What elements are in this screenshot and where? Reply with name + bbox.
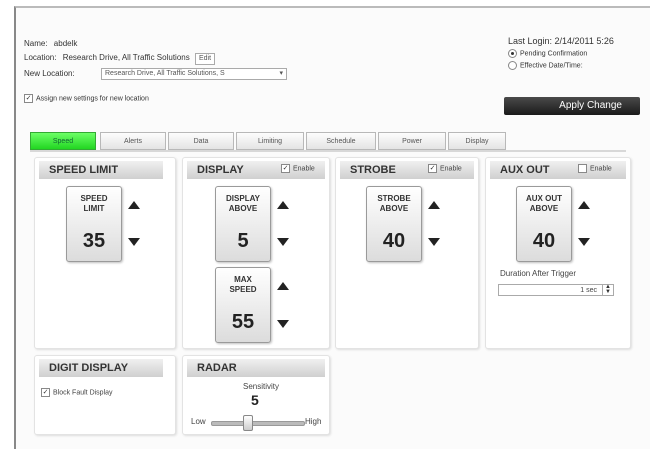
duration-label: Duration After Trigger <box>500 269 577 278</box>
aux-out-enable-checkbox[interactable] <box>578 164 587 173</box>
keep-settings-row: ✓ Assign new settings for new location <box>24 94 149 103</box>
spinner-arrows-icon[interactable]: ▲ ▼ <box>602 284 613 295</box>
sensitivity-value: 5 <box>251 392 259 408</box>
apply-change-button[interactable]: Apply Change <box>504 97 640 115</box>
digit-display-title: DIGIT DISPLAY <box>39 359 163 377</box>
effective-radio[interactable] <box>508 61 517 70</box>
strobe-enable: ✓ Enable <box>428 164 462 173</box>
aux-out-panel: AUX OUT Enable AUX OUT ABOVE 40 Duration … <box>485 157 631 349</box>
max-speed-box: MAX SPEED 55 <box>215 267 271 343</box>
sensitivity-low-label: Low <box>191 417 206 426</box>
speed-limit-up-arrow-icon[interactable] <box>128 201 140 209</box>
tab-schedule[interactable]: Schedule <box>306 132 376 150</box>
sensitivity-slider-track[interactable] <box>211 421 305 426</box>
duration-value: 1 sec <box>580 287 597 294</box>
duration-spinner[interactable]: 1 sec ▲ ▼ <box>498 284 614 296</box>
display-above-up-arrow-icon[interactable] <box>277 201 289 209</box>
aux-out-above-value: 40 <box>532 230 556 252</box>
strobe-above-box: STROBE ABOVE 40 <box>366 186 422 262</box>
tab-alerts[interactable]: Alerts <box>100 132 166 150</box>
tab-data[interactable]: Data <box>168 132 234 150</box>
max-speed-down-arrow-icon[interactable] <box>277 320 289 328</box>
speed-limit-down-arrow-icon[interactable] <box>128 238 140 246</box>
digit-display-option: ✓ Block Fault Display <box>41 388 113 397</box>
max-speed-value: 55 <box>231 311 255 333</box>
effective-row: Effective Date/Time: <box>508 61 583 70</box>
aux-out-enable-label: Enable <box>590 165 612 173</box>
sensitivity-high-label: High <box>305 417 322 426</box>
strobe-panel: STROBE ✓ Enable STROBE ABOVE 40 <box>335 157 479 349</box>
location-label: Location: <box>24 53 57 62</box>
tab-speed[interactable]: Speed <box>30 132 96 150</box>
sensitivity-label: Sensitivity <box>243 382 280 391</box>
aux-out-above-label: AUX OUT ABOVE <box>526 194 562 213</box>
chevron-down-icon: ▾ <box>279 70 283 77</box>
aux-out-down-arrow-icon[interactable] <box>578 238 590 246</box>
sensitivity-slider-thumb[interactable] <box>243 415 253 431</box>
tab-limiting[interactable]: Limiting <box>236 132 304 150</box>
speed-limit-title: SPEED LIMIT <box>39 161 163 179</box>
display-enable: ✓ Enable <box>281 164 315 173</box>
pending-label: Pending Confirmation <box>520 50 588 58</box>
display-enable-label: Enable <box>293 165 315 173</box>
tab-display[interactable]: Display <box>448 132 506 150</box>
name-row: Name: abdelk <box>24 39 77 48</box>
display-above-value: 5 <box>237 230 249 252</box>
new-location-label: New Location: <box>24 69 75 78</box>
aux-out-enable: Enable <box>578 164 612 173</box>
speed-limit-box-label: SPEED LIMIT <box>80 194 108 213</box>
aux-out-up-arrow-icon[interactable] <box>578 201 590 209</box>
block-fault-label: Block Fault Display <box>53 389 113 397</box>
speed-limit-value: 35 <box>82 230 106 252</box>
strobe-up-arrow-icon[interactable] <box>428 201 440 209</box>
effective-label: Effective Date/Time: <box>520 62 583 70</box>
strobe-above-label: STROBE ABOVE <box>377 194 411 213</box>
strobe-enable-checkbox[interactable]: ✓ <box>428 164 437 173</box>
speed-limit-value-box: SPEED LIMIT 35 <box>66 186 122 262</box>
display-above-box: DISPLAY ABOVE 5 <box>215 186 271 262</box>
keep-settings-label: Assign new settings for new location <box>36 95 149 103</box>
pending-row: Pending Confirmation <box>508 49 587 58</box>
tab-divider <box>30 150 626 152</box>
speed-limit-panel: SPEED LIMIT SPEED LIMIT 35 <box>34 157 176 349</box>
name-value: abdelk <box>53 39 78 48</box>
location-edit-button[interactable]: Edit <box>194 53 216 65</box>
name-label: Name: <box>24 39 48 48</box>
display-enable-checkbox[interactable]: ✓ <box>281 164 290 173</box>
display-panel: DISPLAY ✓ Enable DISPLAY ABOVE 5 MAX SPEED … <box>182 157 330 349</box>
location-row: Location: Research Drive, All Traffic So… <box>24 53 216 65</box>
aux-out-above-box: AUX OUT ABOVE 40 <box>516 186 572 262</box>
last-login-text: Last Login: 2/14/2011 5:26 <box>508 36 614 46</box>
block-fault-checkbox[interactable]: ✓ <box>41 388 50 397</box>
tab-power[interactable]: Power <box>378 132 446 150</box>
new-location-value: Research Drive, All Traffic Solutions, S <box>105 70 225 77</box>
strobe-enable-label: Enable <box>440 165 462 173</box>
location-value: Research Drive, All Traffic Solutions <box>62 53 190 62</box>
strobe-above-value: 40 <box>382 230 406 252</box>
pending-radio[interactable] <box>508 49 517 58</box>
keep-settings-checkbox[interactable]: ✓ <box>24 94 33 103</box>
digit-display-panel: DIGIT DISPLAY ✓ Block Fault Display <box>34 355 176 435</box>
new-location-select[interactable]: Research Drive, All Traffic Solutions, S… <box>101 68 287 80</box>
max-speed-label: MAX SPEED <box>229 275 257 294</box>
radar-title: RADAR <box>187 359 325 377</box>
display-above-label: DISPLAY ABOVE <box>226 194 260 213</box>
display-above-down-arrow-icon[interactable] <box>277 238 289 246</box>
max-speed-up-arrow-icon[interactable] <box>277 282 289 290</box>
strobe-down-arrow-icon[interactable] <box>428 238 440 246</box>
